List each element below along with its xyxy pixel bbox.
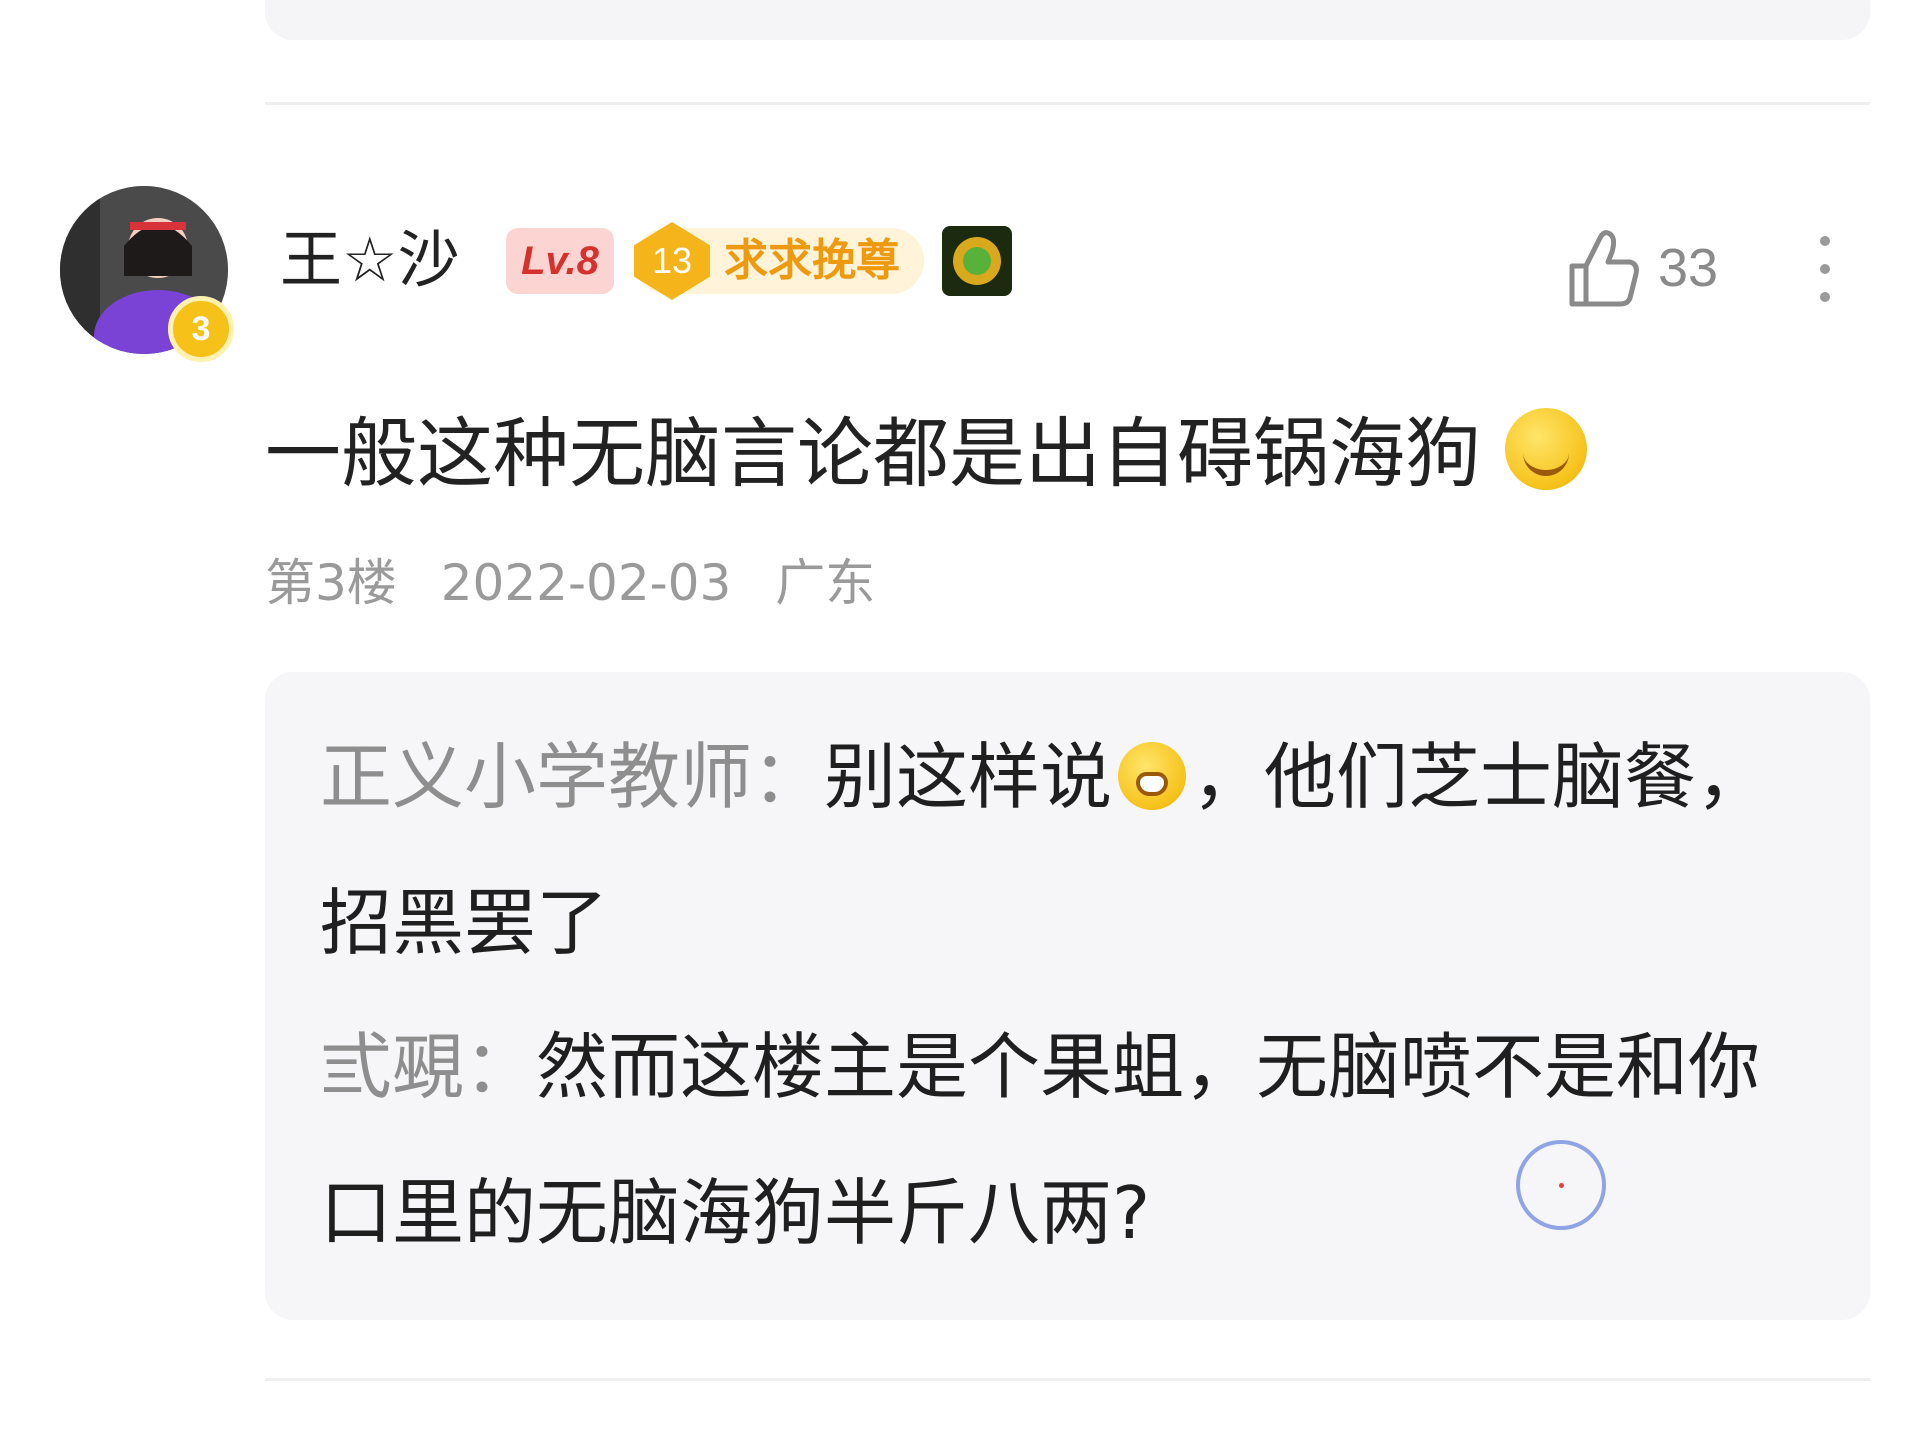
location: 广东 bbox=[775, 554, 876, 612]
fan-badge[interactable]: 13 求求挽尊 bbox=[634, 222, 924, 300]
username[interactable]: 王☆沙 bbox=[280, 222, 460, 298]
reply-text: 别这样说 bbox=[824, 735, 1113, 819]
like-count: 33 bbox=[1658, 238, 1719, 298]
comment-body: 一般这种无脑言论都是出自碍锅海狗 bbox=[265, 409, 1481, 498]
reply-author[interactable]: 弎覡： bbox=[320, 1025, 536, 1109]
smile-emoji-icon bbox=[1505, 408, 1587, 490]
divider bbox=[265, 102, 1870, 105]
reply-item[interactable]: 弎覡：然而这楼主是个果蛆，无脑喷不是和你口里的无脑海狗半斤八两? bbox=[320, 994, 1800, 1286]
divider bbox=[265, 1378, 1870, 1381]
crying-emoji-icon bbox=[1118, 742, 1187, 810]
medal-icon[interactable] bbox=[942, 226, 1012, 296]
comment-text: 一般这种无脑言论都是出自碍锅海狗 bbox=[265, 404, 1587, 504]
comment-meta: 第3楼 2022-02-03 广东 bbox=[265, 548, 903, 618]
avatar[interactable]: 3 bbox=[60, 186, 250, 376]
floor-number: 第3楼 bbox=[265, 554, 397, 612]
fan-title: 求求挽尊 bbox=[724, 235, 900, 286]
touch-indicator bbox=[1516, 1140, 1606, 1230]
like-button[interactable]: 33 bbox=[1566, 226, 1746, 310]
replies-box[interactable]: 正义小学教师：别这样说 ，他们芝士脑餐，招黑罢了 弎覡：然而这楼主是个果蛆，无脑喷… bbox=[265, 672, 1870, 1320]
post-date: 2022-02-03 bbox=[440, 554, 732, 612]
fan-level: 13 bbox=[634, 222, 710, 300]
previous-comment-card bbox=[265, 0, 1870, 40]
more-options-icon[interactable] bbox=[1806, 232, 1846, 308]
avatar-rank-badge: 3 bbox=[168, 296, 234, 362]
reply-author[interactable]: 正义小学教师： bbox=[320, 735, 824, 819]
thumbs-up-icon bbox=[1569, 230, 1639, 307]
level-badge: Lv.8 bbox=[506, 228, 614, 294]
reply-item[interactable]: 正义小学教师：别这样说 ，他们芝士脑餐，招黑罢了 bbox=[320, 704, 1800, 996]
